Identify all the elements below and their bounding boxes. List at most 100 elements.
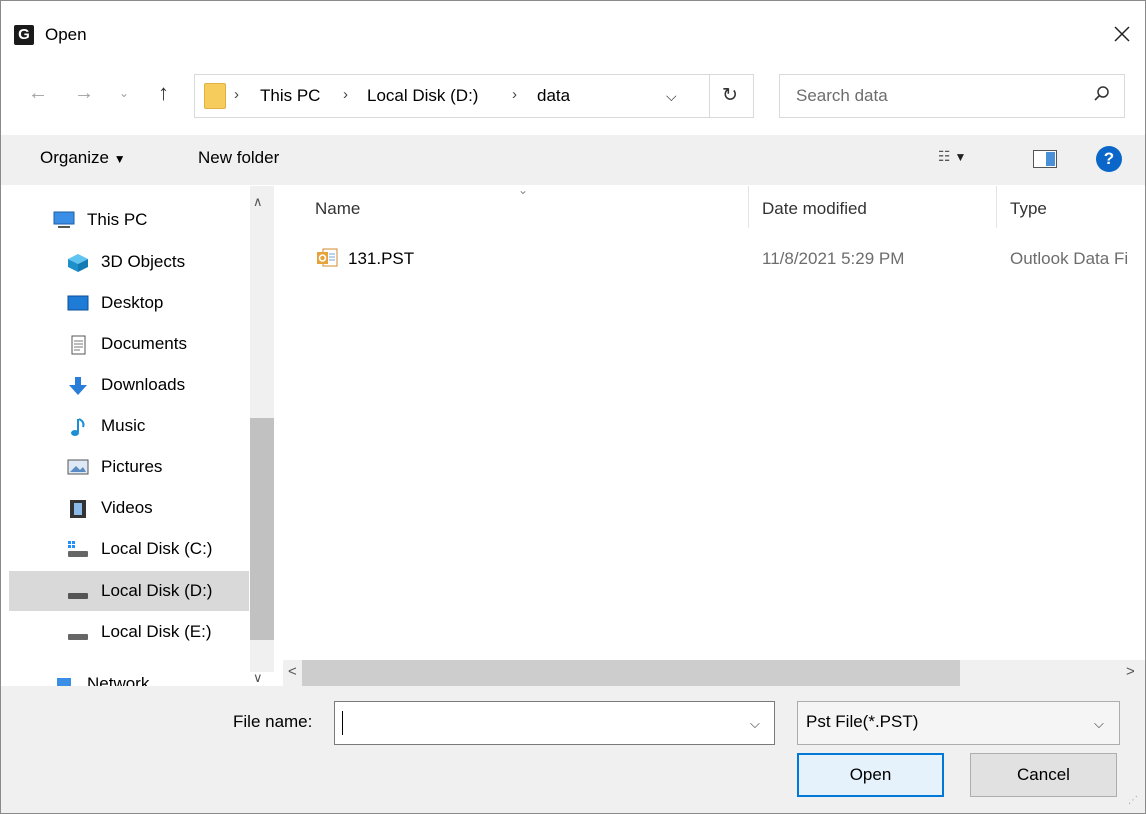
file-name-input[interactable] [334,701,775,745]
scroll-left-icon[interactable]: < [288,663,297,680]
cancel-button[interactable]: Cancel [970,753,1117,797]
arrow-up-icon: ↑ [158,80,169,105]
file-name[interactable]: 131.PST [348,249,414,269]
cube-icon [67,253,89,272]
file-type-cell: Outlook Data Fi [1000,240,1146,280]
chevron-down-icon: ⌄ [119,86,130,100]
chevron-down-icon: ⌵ [750,716,760,731]
file-name-dropdown-button[interactable]: ⌵ [750,716,760,732]
sidebar-item-label: Local Disk (C:) [101,539,213,558]
sidebar-item-label: This PC [87,210,148,229]
chevron-down-icon: ⌵ [666,88,677,104]
help-button[interactable]: ? [1096,146,1122,172]
sidebar-item-label: Desktop [101,293,164,312]
breadcrumb-separator-icon: › [343,86,348,103]
document-icon [67,335,89,355]
app-icon: G [14,25,34,45]
film-icon [67,499,89,518]
drive-icon [67,623,89,641]
organize-button[interactable]: Organize ▼ [40,148,126,168]
sidebar-item-music[interactable]: Music [31,406,271,446]
sidebar-item-local-disk-d[interactable]: Local Disk (D:) [9,571,249,611]
view-details-icon: ☷ [938,148,951,164]
sidebar-item-this-pc[interactable]: This PC [9,200,249,240]
music-note-icon [67,417,89,436]
scroll-down-icon[interactable]: ∨ [253,670,263,686]
sort-chevron-icon: ⌄ [518,183,529,197]
window-title: Open [45,25,87,44]
desktop-icon [67,294,89,312]
sidebar-item-local-disk-c[interactable]: Local Disk (C:) [31,529,271,569]
preview-pane-icon [1046,152,1055,166]
breadcrumb-data[interactable]: data [537,86,570,106]
search-placeholder: Search data [796,86,888,105]
sidebar-scrollbar-thumb[interactable] [250,418,274,640]
sidebar-item-documents[interactable]: Documents [31,324,271,364]
computer-icon [53,211,75,229]
picture-icon [67,458,89,476]
dropdown-arrow-icon: ▼ [113,152,126,166]
chevron-down-icon[interactable]: ⌵ [1094,716,1104,732]
file-name-label: File name: [233,712,313,731]
organize-label: Organize [40,148,109,167]
sidebar-item-downloads[interactable]: Downloads [31,365,271,405]
refresh-button[interactable]: ↻ [722,84,738,107]
help-icon: ? [1103,149,1115,168]
sidebar-item-local-disk-e[interactable]: Local Disk (E:) [31,612,271,652]
sidebar-item-label: Music [101,416,146,435]
divider [709,75,710,117]
arrow-right-icon: → [74,82,94,104]
up-button[interactable]: ↑ [158,80,169,106]
close-button[interactable] [1102,16,1142,52]
download-arrow-icon [67,376,89,395]
drive-icon [67,540,89,558]
navigation-pane: This PC 3D Objects Desktop Documents Dow… [1,186,275,690]
sidebar-item-label: Downloads [101,375,186,394]
column-divider[interactable] [748,186,749,228]
column-divider[interactable] [996,186,997,228]
refresh-icon: ↻ [722,85,738,106]
horizontal-scrollbar-thumb[interactable] [302,660,960,686]
breadcrumb-this-pc[interactable]: This PC [260,86,320,106]
sidebar-item-label: Videos [101,498,153,517]
column-header-type[interactable]: Type [1010,199,1047,219]
change-view-button[interactable]: ☷ ▼ [938,148,966,165]
forward-button[interactable]: → [74,82,94,105]
breadcrumb-separator-icon: › [234,86,239,103]
scroll-right-icon[interactable]: > [1126,663,1135,680]
column-header-name[interactable]: Name [315,199,360,219]
breadcrumb-separator-icon: › [512,86,517,103]
sidebar-item-label: Pictures [101,457,163,476]
title-bar [1,1,1145,69]
search-icon-glyph [1094,86,1109,101]
new-folder-button[interactable]: New folder [198,148,279,168]
command-bar [1,135,1145,185]
preview-pane-button[interactable] [1033,150,1057,168]
sidebar-item-label: Local Disk (E:) [101,622,212,641]
address-dropdown-button[interactable]: ⌵ [666,88,677,105]
scroll-up-icon[interactable]: ∧ [253,194,263,210]
text-caret [342,711,343,735]
sidebar-item-label: Local Disk (D:) [101,581,213,600]
arrow-left-icon: ← [28,82,48,104]
sidebar-item-videos[interactable]: Videos [31,488,271,528]
sidebar-item-label: 3D Objects [101,252,186,271]
sidebar-item-pictures[interactable]: Pictures [31,447,271,487]
resize-grip-icon[interactable]: ⋰ [1128,795,1138,806]
outlook-file-icon [316,248,338,268]
open-button[interactable]: Open [797,753,944,797]
back-button[interactable]: ← [28,82,48,105]
sidebar-item-3d-objects[interactable]: 3D Objects [31,242,271,282]
recent-locations-button[interactable]: ⌄ [119,86,129,100]
sidebar-item-desktop[interactable]: Desktop [31,283,271,323]
folder-icon [204,83,226,109]
search-icon[interactable] [1093,84,1111,109]
dropdown-arrow-icon: ▼ [954,150,967,164]
file-type-value: Pst File(*.PST) [806,712,919,731]
column-header-date-modified[interactable]: Date modified [762,199,867,219]
file-type: Outlook Data Fi [1010,249,1129,268]
breadcrumb-local-disk-d[interactable]: Local Disk (D:) [367,86,478,106]
drive-icon [67,582,89,600]
close-icon [1114,26,1130,42]
file-date-modified: 11/8/2021 5:29 PM [762,249,905,268]
